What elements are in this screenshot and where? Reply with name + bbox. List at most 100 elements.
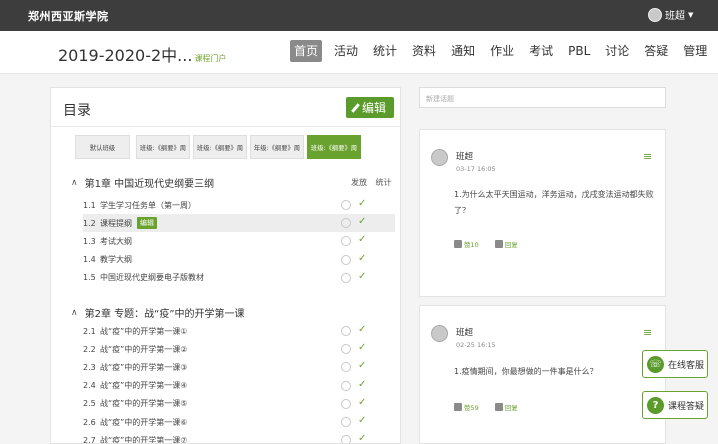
avatar bbox=[648, 7, 662, 22]
check-icon[interactable]: ✓ bbox=[358, 397, 366, 408]
reply-button[interactable]: 回复 bbox=[494, 402, 518, 412]
check-icon[interactable]: ✓ bbox=[358, 324, 366, 335]
class-tab[interactable]: 班级:《纲要》周 bbox=[193, 135, 247, 159]
chapter-header[interactable]: ∧ 第2章 专题：战“疫”中的开学第一课 bbox=[71, 305, 245, 321]
release-toggle-icon[interactable] bbox=[341, 272, 351, 283]
nav-item[interactable]: PBL bbox=[565, 40, 593, 62]
lesson-number: 2.4 bbox=[83, 381, 96, 391]
release-toggle-icon[interactable] bbox=[341, 380, 351, 391]
lesson-item[interactable]: 2.7 战“疫”中的开学第一课⑦ ✓ bbox=[83, 431, 395, 444]
lesson-item[interactable]: 2.2 战“疫”中的开学第一课② ✓ bbox=[83, 340, 395, 358]
release-toggle-icon[interactable] bbox=[341, 435, 351, 443]
lesson-title: 中国近现代史纲要电子版教材 bbox=[100, 273, 204, 283]
check-icon[interactable]: ✓ bbox=[358, 198, 366, 209]
lesson-item[interactable]: 2.1 战“疫”中的开学第一课① ✓ bbox=[83, 322, 395, 340]
edit-button[interactable]: 编辑 bbox=[346, 97, 394, 118]
check-icon[interactable]: ✓ bbox=[358, 360, 366, 371]
lesson-item[interactable]: 1.2 课程提纲 编辑 ✓ bbox=[83, 214, 395, 233]
release-toggle-icon[interactable] bbox=[341, 200, 351, 210]
lesson-number: 2.2 bbox=[83, 344, 96, 354]
chapter-title: 第1章 中国近现代史纲要三纲 bbox=[84, 179, 215, 190]
lesson-title: 考试大纲 bbox=[100, 236, 132, 246]
post-question[interactable]: 1.疫情期间，你最想做的一件事是什么？ bbox=[454, 364, 660, 380]
release-toggle-icon[interactable] bbox=[341, 398, 351, 409]
nav-item[interactable]: 统计 bbox=[370, 40, 400, 62]
lesson-item[interactable]: 1.4 教学大纲 ✓ bbox=[83, 251, 395, 269]
nav-item[interactable]: 答疑 bbox=[641, 40, 671, 62]
chevron-up-icon[interactable]: ∧ bbox=[71, 178, 78, 188]
pencil-icon bbox=[351, 102, 360, 113]
discussion-post[interactable]: 班超 03-17 16:05 ≡ 1.为什么太平天国运动，洋务运动，戊戌变法运动… bbox=[419, 129, 666, 297]
reply-button[interactable]: 回复 bbox=[494, 239, 518, 249]
release-toggle-icon[interactable] bbox=[341, 218, 351, 229]
check-icon[interactable]: ✓ bbox=[358, 415, 366, 426]
nav-item[interactable]: 讨论 bbox=[602, 40, 632, 62]
release-toggle-icon[interactable] bbox=[341, 417, 351, 427]
comment-icon bbox=[494, 403, 503, 411]
lesson-item[interactable]: 2.4 战“疫”中的开学第一课④ ✓ bbox=[83, 377, 395, 395]
post-question[interactable]: 1.为什么太平天国运动，洋务运动，戊戌变法运动都失败了？ bbox=[454, 187, 660, 219]
edit-tag[interactable]: 编辑 bbox=[137, 217, 157, 230]
portal-link[interactable]: 课程门户 bbox=[194, 54, 226, 63]
menu-icon[interactable]: ≡ bbox=[643, 326, 652, 339]
lesson-number: 2.6 bbox=[83, 417, 96, 427]
reply-label: 回复 bbox=[504, 404, 518, 412]
lesson-item[interactable]: 2.3 战“疫”中的开学第一课③ ✓ bbox=[83, 358, 395, 376]
lesson-number: 1.5 bbox=[83, 273, 96, 283]
check-icon[interactable]: ✓ bbox=[358, 216, 366, 227]
discussion-post[interactable]: 班超 02-25 16:15 ≡ 1.疫情期间，你最想做的一件事是什么？ 赞59… bbox=[419, 305, 666, 444]
menu-icon[interactable]: ≡ bbox=[643, 150, 652, 163]
class-tab[interactable]: 班级:《纲要》周 bbox=[307, 135, 361, 159]
lesson-item[interactable]: 2.6 战“疫”中的开学第一课⑥ ✓ bbox=[83, 413, 395, 431]
release-toggle-icon[interactable] bbox=[341, 254, 351, 265]
lesson-number: 2.3 bbox=[83, 362, 96, 372]
release-toggle-icon[interactable] bbox=[341, 236, 351, 247]
post-user: 班超 bbox=[456, 152, 474, 162]
nav-item[interactable]: 管理 bbox=[680, 40, 710, 62]
check-icon[interactable]: ✓ bbox=[358, 433, 366, 443]
course-name: 2019-2020-2中... bbox=[58, 46, 193, 65]
nav-item[interactable]: 首页 bbox=[290, 40, 323, 62]
lesson-item[interactable]: 1.3 考试大纲 ✓ bbox=[83, 232, 395, 250]
nav-item[interactable]: 活动 bbox=[331, 40, 361, 62]
check-icon[interactable]: ✓ bbox=[358, 379, 366, 390]
check-icon[interactable]: ✓ bbox=[358, 253, 366, 264]
class-tab[interactable]: 年级:《纲要》周 bbox=[250, 135, 304, 159]
nav-item[interactable]: 通知 bbox=[448, 40, 478, 62]
check-icon[interactable]: ✓ bbox=[358, 271, 366, 282]
nav-item[interactable]: 资料 bbox=[409, 40, 439, 62]
user-menu[interactable]: 班超 ▼ bbox=[648, 7, 693, 22]
lesson-title: 战“疫”中的开学第一课⑥ bbox=[100, 417, 188, 427]
release-toggle-icon[interactable] bbox=[341, 326, 351, 336]
like-button[interactable]: 赞10 bbox=[454, 239, 479, 249]
online-service-button[interactable]: ☏ 在线客服 bbox=[642, 350, 708, 378]
lesson-title: 战“疫”中的开学第一课① bbox=[100, 326, 188, 336]
avatar bbox=[431, 325, 448, 342]
course-qa-button[interactable]: ? 课程答疑 bbox=[642, 391, 708, 419]
class-tab[interactable]: 班级:《纲要》周 bbox=[136, 135, 190, 159]
like-button[interactable]: 赞59 bbox=[454, 402, 479, 412]
release-toggle-icon[interactable] bbox=[341, 362, 351, 373]
chevron-up-icon[interactable]: ∧ bbox=[71, 308, 78, 318]
lesson-title: 战“疫”中的开学第一课⑦ bbox=[100, 435, 188, 444]
check-icon[interactable]: ✓ bbox=[358, 342, 366, 353]
lesson-item[interactable]: 2.5 战“疫”中的开学第一课⑤ ✓ bbox=[83, 395, 395, 413]
chevron-down-icon: ▼ bbox=[688, 10, 694, 19]
divider bbox=[51, 126, 400, 127]
reply-label: 回复 bbox=[504, 241, 518, 249]
release-toggle-icon[interactable] bbox=[341, 344, 351, 355]
lesson-number: 2.1 bbox=[83, 326, 96, 336]
course-title: 2019-2020-2中... 课程门户 bbox=[58, 42, 226, 66]
nav-item[interactable]: 作业 bbox=[487, 40, 517, 62]
class-tab[interactable]: 默认班级 bbox=[75, 135, 130, 159]
lesson-item[interactable]: 1.1 学生学习任务单（第一周） ✓ bbox=[83, 196, 395, 214]
check-icon[interactable]: ✓ bbox=[358, 234, 366, 245]
chapter-header[interactable]: ∧ 第1章 中国近现代史纲要三纲 bbox=[71, 175, 215, 191]
nav-item[interactable]: 考试 bbox=[526, 40, 556, 62]
school-name[interactable]: 郑州西亚斯学院 bbox=[28, 8, 109, 24]
lesson-item[interactable]: 1.5 中国近现代史纲要电子版教材 ✓ bbox=[83, 269, 395, 287]
new-topic-input[interactable]: 新建话题 bbox=[419, 87, 666, 108]
username: 班超 bbox=[665, 11, 685, 22]
avatar bbox=[431, 149, 448, 166]
lesson-number: 1.2 bbox=[83, 218, 96, 228]
